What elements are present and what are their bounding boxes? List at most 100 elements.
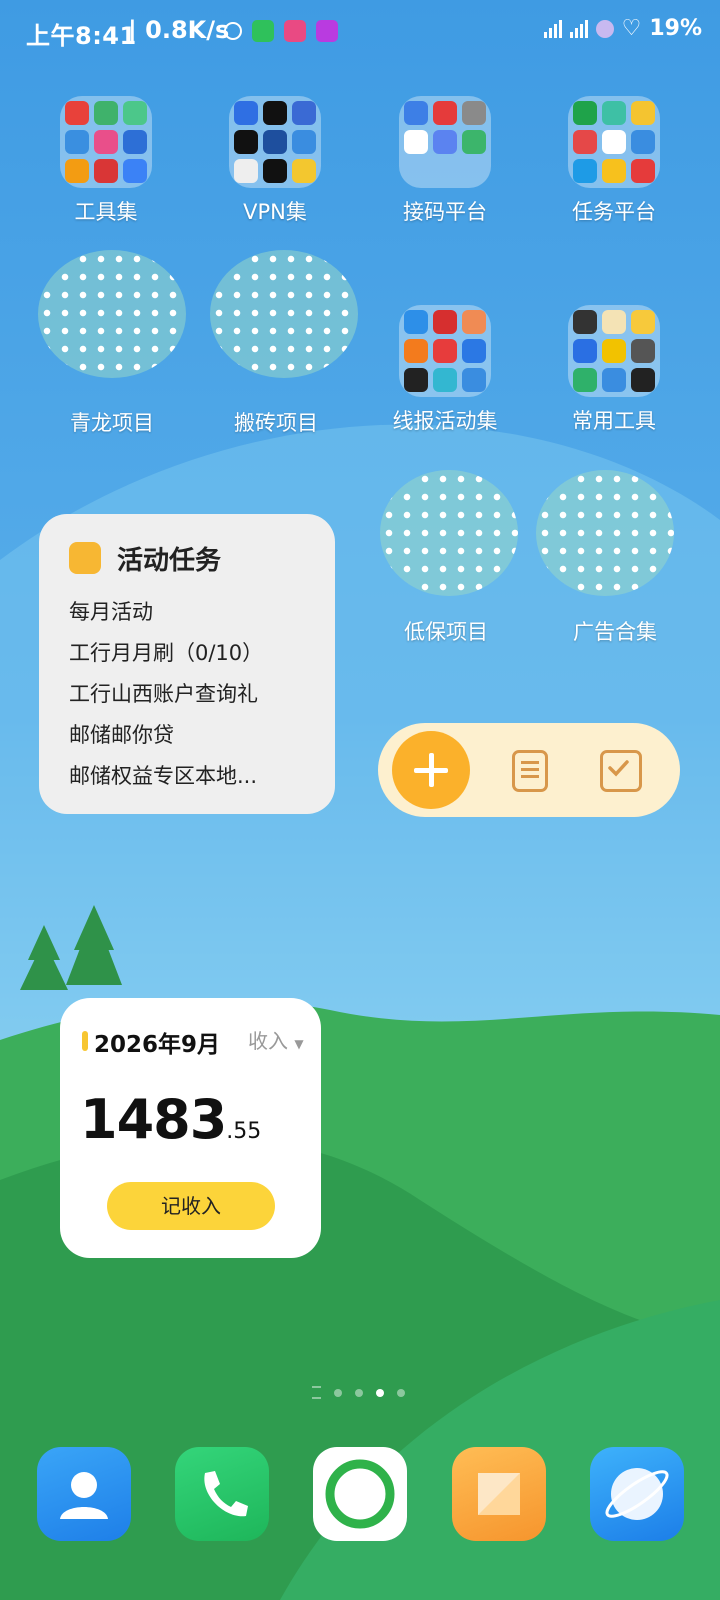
app-tile-icon [602,101,626,125]
app-tile-icon [602,159,626,183]
app-tile-icon [404,368,428,392]
folder-task-platform[interactable]: 任务平台 [554,96,674,226]
folder-preview [60,96,152,188]
add-icon[interactable] [392,731,470,809]
app-tile-icon [404,130,428,154]
app-tile-icon [433,368,457,392]
accent-bar [82,1031,88,1051]
task-item[interactable]: 邮储邮你贷 [69,715,263,756]
note-icon[interactable] [512,750,548,792]
app-tile-icon [602,130,626,154]
app-tile-icon [263,101,287,125]
task-item[interactable]: 每月活动 [69,592,263,633]
app-tile-icon [573,101,597,125]
network-speed: | 0.8K/s [128,16,230,44]
record-income-button[interactable]: 记收入 [107,1182,275,1230]
folder-label: 常用工具 [572,409,656,433]
app-tile-icon [573,130,597,154]
income-type-label: 收入 [248,1029,288,1053]
app-tile-icon [65,130,89,154]
folder-preview [568,96,660,188]
status-bar: 上午8:41 | 0.8K/s ♡ 19% [0,0,720,64]
app-tile-icon [404,339,428,363]
folder-sms-platform[interactable]: 接码平台 [385,96,505,226]
app-tile-icon [234,130,258,154]
page-menu-icon [312,1386,321,1399]
folder-ads-label: 广告合集 [573,620,657,644]
app-tile-icon [123,130,147,154]
app-tile-icon [573,310,597,334]
app-tile-icon [433,310,457,334]
page-indicator[interactable] [312,1386,405,1399]
folder-dibao-icon[interactable] [380,470,518,596]
folder-preview [229,96,321,188]
app-tile-icon [292,130,316,154]
app-tile-icon [94,159,118,183]
signal-icon [543,19,562,38]
folder-preview [399,305,491,397]
app-tile-icon [631,159,655,183]
checkbox-icon[interactable] [600,750,642,792]
folder-tools[interactable]: 工具集 [46,96,166,226]
folder-banzhuan-label: 搬砖项目 [234,411,318,435]
app-tile-icon [573,159,597,183]
income-type-dropdown[interactable]: 收入 ▼ [248,1025,304,1054]
app-tile-icon [94,130,118,154]
app-tile-icon [631,130,655,154]
folder-label: 线报活动集 [392,409,498,433]
task-widget[interactable]: 活动任务 每月活动 工行月月刷（0/10） 工行山西账户查询礼 邮储邮你贷 邮储… [39,514,335,814]
folder-qinglong-icon[interactable] [38,250,186,378]
app-tile-icon [123,159,147,183]
app-tile-icon [462,310,486,334]
app-tile-icon [404,310,428,334]
app-tile-icon [433,339,457,363]
folder-vpn[interactable]: VPN集 [215,96,335,226]
notes-icon[interactable] [452,1447,546,1541]
app-tile-icon [602,310,626,334]
app-tile-icon [234,101,258,125]
heart-icon: ♡ [621,16,642,41]
folder-ads-icon[interactable] [536,470,674,596]
app-tile-icon [433,130,457,154]
folder-qinglong-label: 青龙项目 [70,411,154,435]
amount-decimal: .55 [226,1119,262,1144]
app-tile-icon [65,159,89,183]
app-tile-icon [94,101,118,125]
app-tile-icon [573,368,597,392]
income-widget[interactable]: 2026年9月 收入 ▼ 1483.55 记收入 [60,998,321,1258]
app-tile-icon [462,368,486,392]
app-tile-icon [263,130,287,154]
alarm-icon [224,22,242,40]
chevron-down-icon: ▼ [294,1037,304,1051]
app-tile-icon [404,101,428,125]
folder-common-tools[interactable]: 常用工具 [554,305,674,435]
battery-level: 19% [649,16,702,41]
bell-app-icon [316,20,338,42]
folder-label: 任务平台 [572,200,656,224]
task-item[interactable]: 邮储权益专区本地... [69,756,263,797]
app-tile-icon [292,159,316,183]
app-tile-icon [123,101,147,125]
app-tile-icon [631,310,655,334]
app-tile-icon [462,339,486,363]
signal-icon [569,19,588,38]
ring-app-icon[interactable] [313,1447,407,1541]
status-time: 上午8:41 [26,22,137,50]
quick-actions-widget [378,723,680,817]
app-tile-icon [234,159,258,183]
app-tile-icon [631,101,655,125]
folder-label: VPN集 [243,200,307,224]
task-app-icon [69,542,101,574]
folder-banzhuan-icon[interactable] [210,250,358,378]
contacts-icon[interactable] [37,1447,131,1541]
phone-icon[interactable] [175,1447,269,1541]
browser-icon[interactable] [590,1447,684,1541]
task-item[interactable]: 工行月月刷（0/10） [69,633,263,674]
status-right: ♡ 19% [543,16,702,41]
app-tile-icon [602,339,626,363]
folder-deal-activities[interactable]: 线报活动集 [385,305,505,435]
task-item[interactable]: 工行山西账户查询礼 [69,674,263,715]
app-tile-icon [462,101,486,125]
amount-integer: 1483 [80,1088,227,1151]
task-list: 每月活动 工行月月刷（0/10） 工行山西账户查询礼 邮储邮你贷 邮储权益专区本… [69,592,263,797]
